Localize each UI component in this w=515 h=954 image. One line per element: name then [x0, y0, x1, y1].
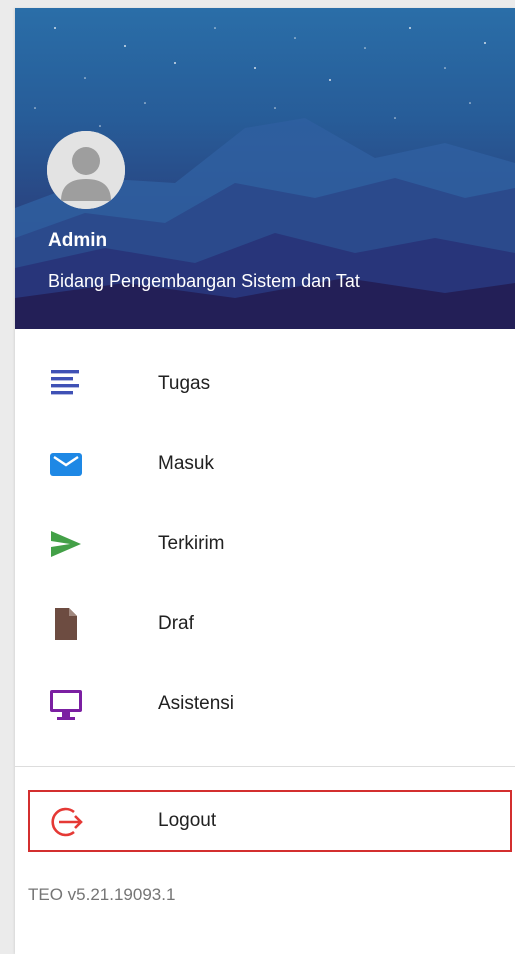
logout-arrow-icon [51, 807, 83, 837]
menu-item-label: Draf [158, 613, 194, 634]
send-icon [51, 531, 81, 557]
list-lines-icon [51, 370, 79, 395]
navigation-drawer: Admin Bidang Pengembangan Sistem dan Tat… [15, 8, 515, 954]
menu-item-label: Asistensi [158, 693, 235, 714]
person-avatar-icon [47, 131, 125, 209]
menu-item-draf[interactable]: Draf [15, 586, 515, 666]
user-name: Admin [48, 230, 108, 251]
monitor-icon [50, 690, 82, 720]
menu-item-masuk[interactable]: Masuk [15, 426, 515, 506]
logout-button[interactable]: Logout [28, 790, 512, 852]
menu-list: Tugas Masuk Terkirim Draf Asistensi [15, 346, 515, 746]
divider [15, 766, 515, 767]
menu-item-asistensi[interactable]: Asistensi [15, 666, 515, 746]
menu-item-label: Masuk [158, 453, 214, 474]
menu-item-tugas[interactable]: Tugas [15, 346, 515, 426]
user-unit: Bidang Pengembangan Sistem dan Tat [48, 271, 360, 291]
document-icon [55, 608, 77, 640]
menu-item-label: Terkirim [158, 533, 225, 554]
mail-icon [50, 453, 82, 476]
menu-item-terkirim[interactable]: Terkirim [15, 506, 515, 586]
menu-item-label: Tugas [158, 373, 211, 394]
profile-header: Admin Bidang Pengembangan Sistem dan Tat [15, 8, 515, 329]
logout-label: Logout [158, 810, 217, 831]
avatar[interactable] [47, 131, 125, 209]
app-version: TEO v5.21.19093.1 [28, 885, 176, 904]
